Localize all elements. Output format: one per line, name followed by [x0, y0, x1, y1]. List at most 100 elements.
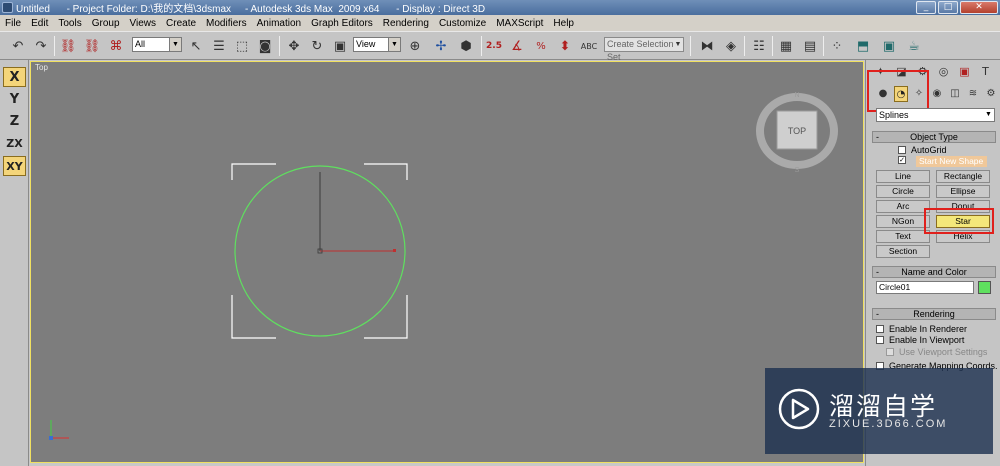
rendering-title: Rendering [913, 309, 955, 319]
enable-in-viewport-label: Enable In Viewport [889, 335, 965, 345]
curve-editor-icon[interactable]: ▦ [776, 36, 796, 56]
app-icon[interactable] [2, 2, 13, 13]
ngon-button[interactable]: NGon [876, 215, 930, 228]
keyboard-shortcut-override-icon[interactable]: ⬢ [456, 36, 476, 56]
menu-edit[interactable]: Edit [26, 18, 53, 29]
menu-views[interactable]: Views [125, 18, 162, 29]
schematic-view-icon[interactable]: ▤ [800, 36, 820, 56]
spinner-snap-icon[interactable]: ⬍ [555, 36, 575, 56]
name-and-color-header[interactable]: - Name and Color [872, 266, 996, 278]
named-selection-set-field[interactable]: Create Selection Set ▼ [604, 37, 684, 62]
percent-snap-icon[interactable]: % [531, 36, 551, 56]
window-crossing-icon[interactable]: ◙ [255, 36, 275, 56]
unlink-selection-icon[interactable]: ⛓ [82, 36, 102, 56]
use-viewport-settings-checkbox[interactable]: Use Viewport Settings [886, 347, 987, 357]
align-icon[interactable]: ◈ [721, 36, 741, 56]
arc-button[interactable]: Arc [876, 200, 930, 213]
collapse-icon: - [876, 132, 879, 142]
axis-y-button[interactable]: Y [3, 90, 26, 110]
menu-modifiers[interactable]: Modifiers [201, 18, 252, 29]
motion-tab-icon[interactable]: ◎ [935, 64, 953, 80]
render-setup-icon[interactable]: ⬒ [853, 36, 873, 56]
checkbox-box [886, 348, 894, 356]
menu-bar: File Edit Tools Group Views Create Modif… [0, 15, 1000, 31]
toolbar-separator [481, 36, 482, 56]
systems-icon[interactable]: ⚙ [984, 86, 998, 102]
section-button[interactable]: Section [876, 245, 930, 258]
close-button[interactable]: ✕ [960, 1, 998, 14]
undo-icon[interactable]: ↶ [8, 36, 28, 56]
text-button[interactable]: Text [876, 230, 930, 243]
space-warps-icon[interactable]: ≋ [966, 86, 980, 102]
menu-create[interactable]: Create [161, 18, 201, 29]
enable-in-renderer-checkbox[interactable]: Enable In Renderer [876, 324, 967, 334]
category-dropdown[interactable]: Splines ▼ [876, 108, 995, 122]
collapse-icon: - [876, 309, 879, 319]
edit-named-selection-icon[interactable]: ABC [579, 36, 599, 56]
select-object-icon[interactable]: ↖ [186, 36, 206, 56]
menu-file[interactable]: File [0, 18, 26, 29]
axis-x-button[interactable]: X [3, 67, 26, 87]
select-and-move-icon[interactable]: ✥ [284, 36, 304, 56]
name-and-color-title: Name and Color [901, 267, 967, 277]
window-title: Untitled - Project Folder: D:\我的文档\3dsma… [16, 4, 486, 15]
selection-filter-dropdown[interactable]: All ▼ [132, 37, 182, 52]
material-editor-icon[interactable]: ⁘ [827, 36, 847, 56]
angle-snap-icon[interactable]: ∡ [507, 36, 527, 56]
menu-customize[interactable]: Customize [434, 18, 491, 29]
object-type-header[interactable]: - Object Type [872, 131, 996, 143]
menu-animation[interactable]: Animation [252, 18, 306, 29]
bind-to-space-warp-icon[interactable]: ⌘ [106, 36, 126, 56]
axis-xy-button[interactable]: XY [3, 156, 26, 176]
menu-rendering[interactable]: Rendering [378, 18, 434, 29]
line-button[interactable]: Line [876, 170, 930, 183]
select-and-link-icon[interactable]: ⛓ [58, 36, 78, 56]
start-new-shape-checkbox[interactable]: ✓ [898, 156, 911, 164]
axis-z-button[interactable]: Z [3, 112, 26, 132]
pivot-x-end [393, 249, 396, 252]
chevron-down-icon: ▼ [388, 38, 400, 51]
maximize-button[interactable]: □ [938, 1, 958, 14]
menu-help[interactable]: Help [548, 18, 579, 29]
menu-group[interactable]: Group [87, 18, 125, 29]
minimize-button[interactable]: _ [916, 1, 936, 14]
redo-icon[interactable]: ↷ [31, 36, 51, 56]
select-by-name-icon[interactable]: ☰ [209, 36, 229, 56]
reference-coordinate-dropdown[interactable]: View ▼ [353, 37, 401, 52]
layer-manager-icon[interactable]: ☷ [749, 36, 769, 56]
axis-zx-button[interactable]: ZX [3, 134, 26, 154]
autogrid-label: AutoGrid [911, 145, 947, 155]
utilities-tab-icon[interactable]: T [977, 64, 995, 80]
viewcube[interactable]: TOP N S [753, 88, 841, 174]
rendering-header[interactable]: - Rendering [872, 308, 996, 320]
snaps-toggle-icon[interactable]: 2.5 [484, 36, 504, 56]
rendered-frame-window-icon[interactable]: ▣ [879, 36, 899, 56]
object-name-field[interactable]: Circle01 [876, 281, 974, 294]
circle-button[interactable]: Circle [876, 185, 930, 198]
start-new-shape-button[interactable]: Start New Shape [916, 156, 987, 167]
mirror-icon[interactable]: ⧓ [697, 36, 717, 56]
snap-label: 2.5 [486, 41, 502, 51]
pivot-center-icon[interactable]: ⊕ [405, 36, 425, 56]
menu-maxscript[interactable]: MAXScript [491, 18, 548, 29]
window-controls: _ □ ✕ [916, 1, 998, 14]
watermark-subtitle: ZIXUE.3D66.COM [829, 418, 948, 430]
select-and-manipulate-icon[interactable]: ✢ [431, 36, 451, 56]
ellipse-button[interactable]: Ellipse [936, 185, 990, 198]
autogrid-checkbox[interactable]: AutoGrid [898, 145, 947, 155]
select-and-scale-icon[interactable]: ▣ [330, 36, 350, 56]
menu-tools[interactable]: Tools [53, 18, 86, 29]
cameras-icon[interactable]: ◉ [930, 86, 944, 102]
rectangle-button[interactable]: Rectangle [936, 170, 990, 183]
menu-graph-editors[interactable]: Graph Editors [306, 18, 378, 29]
display-tab-icon[interactable]: ▣ [956, 64, 974, 80]
object-type-title: Object Type [910, 132, 958, 142]
render-production-icon[interactable]: ☕ [904, 36, 924, 56]
select-and-rotate-icon[interactable]: ↻ [307, 36, 327, 56]
object-color-swatch[interactable] [978, 281, 991, 294]
rectangular-selection-icon[interactable]: ⬚ [232, 36, 252, 56]
compass-south-label: S [795, 167, 800, 174]
top-viewport[interactable]: Top TOP N S [30, 61, 864, 463]
helpers-icon[interactable]: ◫ [948, 86, 962, 102]
enable-in-viewport-checkbox[interactable]: Enable In Viewport [876, 335, 964, 345]
